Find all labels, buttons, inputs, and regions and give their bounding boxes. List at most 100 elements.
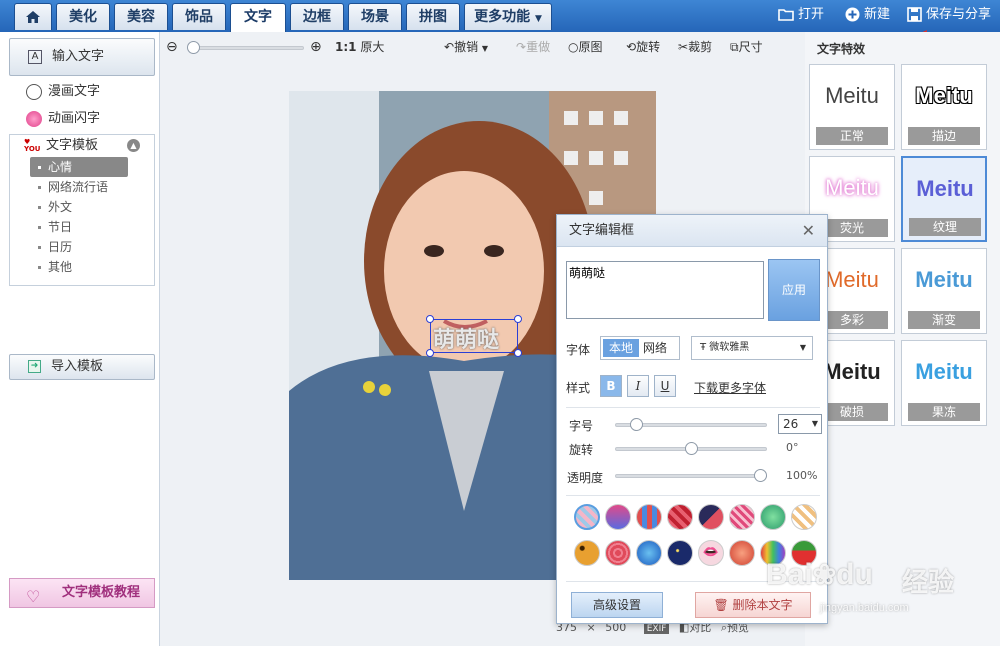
chevron-down-icon: ▼ — [534, 14, 542, 24]
texture-swatch[interactable] — [605, 504, 631, 530]
home-tab[interactable] — [14, 3, 52, 30]
open-label: 打开 — [798, 7, 825, 22]
new-label: 新建 — [864, 7, 891, 22]
texture-swatch[interactable] — [791, 504, 817, 530]
template-item[interactable]: 心情 — [30, 157, 128, 177]
effect-outline[interactable]: Meitu 描边 — [901, 64, 987, 150]
tab-more-features[interactable]: 更多功能 ▼ — [464, 3, 552, 30]
text-template-header[interactable]: ♥ YOU 文字模板 ▲ — [10, 135, 154, 157]
zoom-slider-knob[interactable] — [187, 41, 200, 54]
texture-swatch[interactable] — [605, 540, 631, 566]
template-item[interactable]: 节日 — [10, 217, 154, 237]
template-item[interactable]: 其他 — [10, 257, 154, 277]
redo-button[interactable]: ↷重做 — [516, 38, 550, 56]
close-icon[interactable]: ✕ — [802, 215, 815, 247]
tab-beauty[interactable]: 美容 — [114, 3, 168, 30]
tab-beautify[interactable]: 美化 — [56, 3, 110, 30]
texture-swatch[interactable] — [636, 540, 662, 566]
advanced-settings-button[interactable]: 高级设置 — [571, 592, 663, 618]
effect-sample: Meitu — [825, 175, 879, 200]
collapse-icon[interactable]: ▲ — [127, 139, 140, 152]
texture-swatch[interactable] — [698, 504, 724, 530]
effect-sample: Meitu — [915, 83, 973, 108]
zoom-out-icon[interactable]: ⊖ — [166, 38, 178, 56]
template-item[interactable]: 外文 — [10, 197, 154, 217]
comic-text-item[interactable]: 漫画文字 — [26, 82, 100, 102]
font-local-tab[interactable]: 本地 — [603, 339, 639, 357]
tab-accessories[interactable]: 饰品 — [172, 3, 226, 30]
font-size-slider-knob[interactable] — [630, 418, 643, 431]
font-label: 字体 — [566, 343, 591, 357]
divider — [566, 407, 820, 408]
effect-sample: Meitu — [916, 176, 974, 201]
exif-button[interactable]: EXIF — [643, 624, 670, 634]
texture-swatch[interactable] — [574, 504, 600, 530]
tab-frame[interactable]: 边框 — [290, 3, 344, 30]
download-fonts-link[interactable]: 下载更多字体 — [694, 379, 766, 396]
texture-swatch[interactable] — [729, 504, 755, 530]
undo-dropdown-icon[interactable]: ▼ — [482, 44, 488, 53]
rotate-button[interactable]: ⟲旋转 — [626, 38, 660, 56]
crop-button[interactable]: ✂裁剪 — [678, 38, 712, 56]
rotate-icon: ⟲ — [626, 40, 637, 54]
original-image-button[interactable]: ○原图 — [568, 38, 603, 56]
effect-jelly[interactable]: Meitu 果冻 — [901, 340, 987, 426]
effect-normal[interactable]: Meitu 正常 — [809, 64, 895, 150]
texture-swatch[interactable]: 👄 — [698, 540, 724, 566]
input-text-button[interactable]: A 输入文字 — [9, 38, 155, 76]
zoom-in-icon[interactable]: ⊕ — [310, 38, 322, 56]
font-size-select[interactable]: 26 ▼ — [778, 414, 822, 434]
left-panel: A 输入文字 漫画文字 动画闪字 ♥ YOU 文字模板 ▲ 心情 网络流行语 外文 节… — [0, 32, 160, 646]
rotate-slider-knob[interactable] — [685, 442, 698, 455]
zoom-slider[interactable] — [187, 41, 304, 54]
opacity-slider-knob[interactable] — [754, 469, 767, 482]
undo-button[interactable]: ↶撤销 ▼ — [444, 38, 488, 56]
scissors-icon: ✂ — [678, 40, 689, 54]
opacity-slider[interactable] — [615, 469, 767, 482]
opacity-label: 透明度 — [567, 471, 604, 485]
animated-text-item[interactable]: 动画闪字 — [26, 109, 100, 129]
tab-text[interactable]: 文字 — [230, 3, 286, 32]
actual-size-button[interactable]: 1:1 原大 — [335, 38, 384, 56]
trash-icon: 🗑 — [713, 598, 729, 612]
text-input[interactable] — [566, 261, 764, 319]
resize-handle[interactable] — [426, 349, 434, 357]
texture-swatch[interactable] — [574, 540, 600, 566]
dialog-header[interactable]: 文字编辑框 ✕ — [557, 215, 827, 247]
effect-gradient[interactable]: Meitu 渐变 — [901, 248, 987, 334]
watermark-cn: 经验 — [902, 567, 955, 597]
texture-swatch[interactable] — [760, 504, 786, 530]
size-label: 尺寸 — [738, 40, 763, 54]
texture-swatch[interactable] — [667, 504, 693, 530]
tab-scene[interactable]: 场景 — [348, 3, 402, 30]
paw-icon: ❀ — [812, 559, 837, 590]
effect-label: 纹理 — [909, 218, 981, 236]
effect-texture[interactable]: Meitu 纹理 — [901, 156, 987, 242]
resize-handle[interactable] — [514, 349, 522, 357]
font-select[interactable]: Ŧ 微软雅黑 ▼ — [691, 336, 813, 360]
texture-swatch[interactable] — [636, 504, 662, 530]
new-button[interactable]: 新建 — [845, 0, 890, 32]
template-item[interactable]: 日历 — [10, 237, 154, 257]
underline-button[interactable]: U — [654, 375, 676, 397]
crop-label: 裁剪 — [688, 40, 713, 54]
font-size-slider[interactable] — [615, 418, 767, 431]
dialog-title: 文字编辑框 — [569, 223, 635, 238]
resize-handle[interactable] — [426, 315, 434, 323]
template-item[interactable]: 网络流行语 — [10, 177, 154, 197]
text-overlay-selection[interactable]: 萌萌哒 — [426, 315, 522, 357]
open-button[interactable]: 打开 — [778, 0, 824, 32]
import-template-button[interactable]: ➜ 导入模板 — [9, 354, 155, 380]
tab-collage[interactable]: 拼图 — [406, 3, 460, 30]
bold-button[interactable]: B — [600, 375, 622, 397]
rotate-label: 旋转 — [569, 443, 594, 457]
resize-handle[interactable] — [514, 315, 522, 323]
text-template-tutorial-button[interactable]: ♡ 文字模板教程 — [9, 578, 155, 608]
apply-button[interactable]: 应用 — [768, 259, 820, 321]
texture-swatch[interactable] — [667, 540, 693, 566]
font-network-tab[interactable]: 网络 — [643, 339, 667, 357]
texture-swatch[interactable] — [729, 540, 755, 566]
size-button[interactable]: ⧉尺寸 — [730, 38, 763, 56]
italic-button[interactable]: I — [627, 375, 649, 397]
rotate-slider[interactable] — [615, 442, 767, 455]
